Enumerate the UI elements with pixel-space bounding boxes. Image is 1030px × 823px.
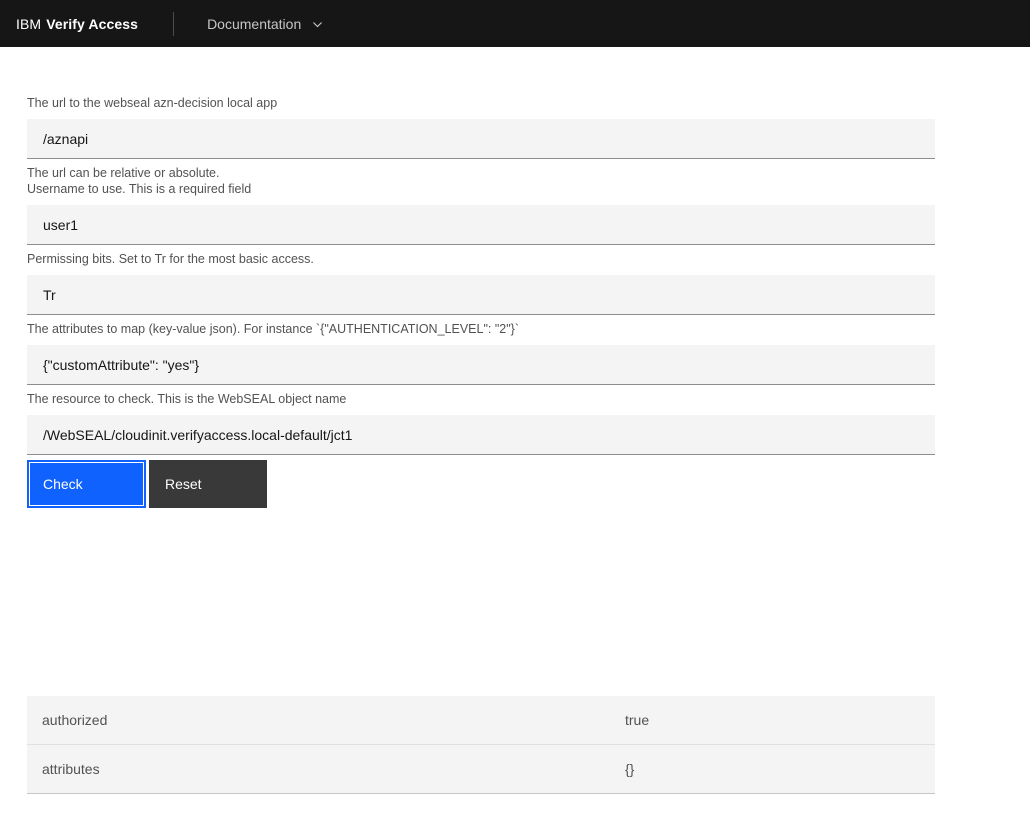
url-input[interactable] bbox=[27, 119, 935, 159]
field-label-username: Username to use. This is a required fiel… bbox=[27, 182, 252, 196]
field-helper-url: The url can be relative or absolute. bbox=[27, 166, 220, 180]
chevron-down-icon bbox=[311, 18, 324, 31]
nav-documentation-label: Documentation bbox=[207, 15, 302, 32]
button-row: Check Reset bbox=[27, 460, 935, 508]
field-label-url: The url to the webseal azn-decision loca… bbox=[27, 96, 278, 110]
field-label-attributes: The attributes to map (key-value json). … bbox=[27, 322, 519, 336]
app-header: IBM Verify Access Documentation bbox=[0, 0, 1030, 47]
brand-prefix: IBM bbox=[16, 15, 42, 32]
result-value: true bbox=[625, 712, 650, 728]
permissions-input[interactable] bbox=[27, 275, 935, 315]
result-value: {} bbox=[625, 761, 635, 777]
result-key: authorized bbox=[42, 712, 108, 728]
reset-button[interactable]: Reset bbox=[149, 460, 267, 508]
brand[interactable]: IBM Verify Access bbox=[16, 16, 138, 32]
table-row: authorized true bbox=[27, 696, 935, 745]
field-label-permissions: Permissing bits. Set to Tr for the most … bbox=[27, 252, 314, 266]
table-row: attributes {} bbox=[27, 745, 935, 794]
nav-documentation[interactable]: Documentation bbox=[207, 16, 324, 32]
resource-input[interactable] bbox=[27, 415, 935, 455]
attributes-input[interactable] bbox=[27, 345, 935, 385]
username-input[interactable] bbox=[27, 205, 935, 245]
result-key: attributes bbox=[42, 761, 100, 777]
results-table: authorized true attributes {} bbox=[27, 696, 935, 794]
brand-name: Verify Access bbox=[46, 15, 139, 32]
field-label-resource: The resource to check. This is the WebSE… bbox=[27, 392, 347, 406]
check-button[interactable]: Check bbox=[27, 460, 146, 508]
main-content: The url to the webseal azn-decision loca… bbox=[27, 95, 935, 794]
header-divider bbox=[173, 11, 175, 36]
